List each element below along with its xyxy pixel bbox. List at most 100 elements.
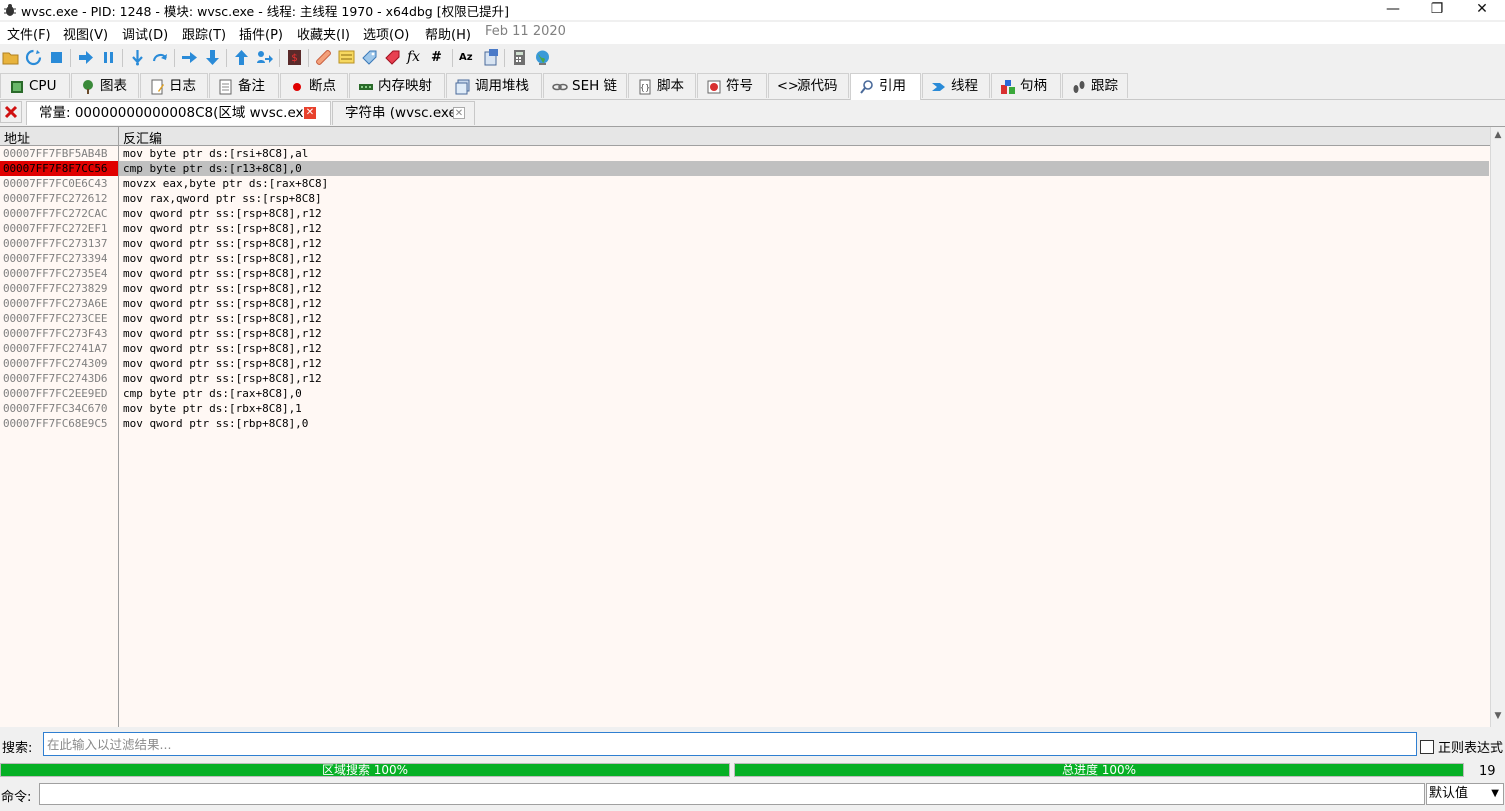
table-row[interactable]: 00007FF7FC272EF1 mov qword ptr ss:[rsp+8C… [0, 221, 1489, 236]
column-header-disassembly[interactable]: 反汇编 [123, 128, 162, 147]
tab-handles-label: 句柄 [1020, 78, 1047, 94]
close-tab-icon[interactable]: ✕ [304, 107, 316, 119]
open-folder-icon[interactable] [2, 49, 19, 66]
menu-view[interactable]: 视图(V) [61, 24, 110, 43]
tab-call-stack[interactable]: 调用堆栈 [446, 73, 542, 98]
close-tab-icon[interactable]: ✕ [453, 107, 465, 119]
menu-options[interactable]: 选项(O) [361, 24, 411, 43]
scroll-down-icon[interactable]: ▼ [1493, 711, 1503, 721]
patch-file-icon[interactable] [483, 49, 500, 66]
trace-over-icon[interactable] [204, 49, 221, 66]
tab-log[interactable]: 日志 [140, 73, 208, 98]
tab-seh-chain[interactable]: SEH 链 [543, 73, 627, 98]
checkbox-icon[interactable] [1420, 740, 1434, 754]
tab-memory-map[interactable]: 内存映射 [349, 73, 445, 98]
step-into-icon[interactable] [129, 49, 146, 66]
tab-strings-search[interactable]: 字符串 (wvsc.exe) ✕ [332, 101, 475, 125]
disassembly-cell: cmp byte ptr ds:[r13+8C8],0 [123, 162, 302, 175]
table-row[interactable]: 00007FF7FC2735E4 mov qword ptr ss:[rsp+8C… [0, 266, 1489, 281]
table-row[interactable]: 00007FF7FC274309 mov qword ptr ss:[rsp+8C… [0, 356, 1489, 371]
address-cell: 00007FF7FC274309 [3, 357, 108, 370]
menu-help[interactable]: 帮助(H) [423, 24, 473, 43]
trace-into-icon[interactable] [181, 49, 198, 66]
table-row[interactable]: 00007FF7FC273394 mov qword ptr ss:[rsp+8C… [0, 251, 1489, 266]
menu-debug[interactable]: 调试(D) [120, 24, 170, 43]
pause-icon[interactable] [100, 49, 117, 66]
scroll-up-icon[interactable]: ▲ [1493, 130, 1503, 140]
script-icon[interactable]: $ [286, 49, 303, 66]
disassembly-cell: cmp byte ptr ds:[rax+8C8],0 [123, 387, 302, 400]
tab-symbols[interactable]: 符号 [697, 73, 767, 98]
patch-icon[interactable] [315, 49, 332, 66]
table-row[interactable]: 00007FF7FC68E9C5 mov qword ptr ss:[rbp+8C… [0, 416, 1489, 431]
tab-breakpoints[interactable]: 断点 [280, 73, 348, 98]
table-row[interactable]: 00007FF7FC2741A7 mov qword ptr ss:[rsp+8C… [0, 341, 1489, 356]
restore-button[interactable]: ❐ [1414, 0, 1460, 20]
table-row[interactable]: 00007FF7FC2743D6 mov qword ptr ss:[rsp+8C… [0, 371, 1489, 386]
address-cell: 00007FF7FC273A6E [3, 297, 108, 310]
tab-source[interactable]: <> 源代码 [768, 73, 849, 98]
comments-icon[interactable] [338, 49, 355, 66]
regex-checkbox[interactable]: 正则表达式 [1420, 737, 1503, 756]
close-window-button[interactable]: ✕ [1459, 0, 1505, 20]
labels-icon[interactable] [361, 49, 378, 66]
functions-icon[interactable]: fx [407, 49, 424, 66]
menu-file[interactable]: 文件(F) [5, 24, 53, 43]
globe-icon[interactable] [534, 49, 551, 66]
table-row[interactable]: 00007FF7FC2EE9ED cmp byte ptr ds:[rax+8C8… [0, 386, 1489, 401]
references-icon [860, 80, 873, 94]
step-over-icon[interactable] [152, 49, 169, 66]
run-icon[interactable] [77, 49, 94, 66]
bookmarks-icon[interactable] [384, 49, 401, 66]
tab-graph[interactable]: 图表 [71, 73, 139, 98]
disassembly-cell: mov qword ptr ss:[rsp+8C8],r12 [123, 207, 322, 220]
address-cell: 00007FF7FC2735E4 [3, 267, 108, 280]
table-row[interactable]: 00007FF7FC273829 mov qword ptr ss:[rsp+8C… [0, 281, 1489, 296]
disassembly-cell: mov qword ptr ss:[rsp+8C8],r12 [123, 237, 322, 250]
tab-call-stack-label: 调用堆栈 [475, 78, 529, 94]
tab-cpu[interactable]: CPU [0, 73, 70, 98]
command-input[interactable] [39, 783, 1425, 805]
menu-trace[interactable]: 跟踪(T) [180, 24, 228, 43]
table-row[interactable]: 00007FF7FC273137 mov qword ptr ss:[rsp+8C… [0, 236, 1489, 251]
tab-notes[interactable]: 备注 [209, 73, 279, 98]
search-label: 搜索: [2, 741, 33, 756]
tab-handles[interactable]: 句柄 [991, 73, 1061, 98]
column-divider[interactable] [118, 127, 119, 727]
address-cell: 00007FF7FC273137 [3, 237, 108, 250]
source-icon: <> [777, 79, 799, 94]
menu-plugins[interactable]: 插件(P) [237, 24, 285, 43]
toolbar-separator [452, 49, 453, 67]
stop-icon[interactable] [48, 49, 65, 66]
column-header-address[interactable]: 地址 [4, 128, 30, 147]
tab-threads[interactable]: 线程 [922, 73, 990, 98]
table-row[interactable]: 00007FF7FC273A6E mov qword ptr ss:[rsp+8C… [0, 296, 1489, 311]
vertical-scrollbar[interactable]: ▲ ▼ [1490, 127, 1505, 727]
search-input[interactable] [43, 732, 1417, 756]
tab-trace[interactable]: 跟踪 [1062, 73, 1128, 98]
table-row[interactable]: 00007FF7FC34C670 mov byte ptr ds:[rbx+8C8… [0, 401, 1489, 416]
command-type-value: 默认值 [1429, 786, 1469, 801]
calculator-icon[interactable] [511, 49, 528, 66]
minimize-button[interactable]: — [1370, 0, 1416, 20]
command-type-select[interactable]: 默认值 ▼ [1426, 783, 1504, 805]
restart-icon[interactable] [25, 49, 42, 66]
close-all-tabs-button[interactable] [0, 101, 22, 123]
table-row[interactable]: 00007FF7FC273F43 mov qword ptr ss:[rsp+8C… [0, 326, 1489, 341]
run-to-user-code-icon[interactable] [256, 49, 273, 66]
tab-script[interactable]: {} 脚本 [628, 73, 696, 98]
menu-favourites[interactable]: 收藏夹(I) [295, 24, 352, 43]
table-row[interactable]: 00007FF7FC272612 mov rax,qword ptr ss:[rs… [0, 191, 1489, 206]
execute-till-return-icon[interactable] [233, 49, 250, 66]
table-row[interactable]: 00007FF7FC0E6C43 movzx eax,byte ptr ds:[r… [0, 176, 1489, 191]
table-row[interactable]: 00007FF7F8F7CC56 cmp byte ptr ds:[r13+8C8… [0, 161, 1489, 176]
font-icon[interactable]: Aᴢ [459, 49, 476, 66]
disassembly-cell: mov qword ptr ss:[rsp+8C8],r12 [123, 297, 322, 310]
hash-icon[interactable]: # [431, 49, 448, 66]
tab-references[interactable]: 引用 [850, 73, 921, 100]
table-row[interactable]: 00007FF7FC272CAC mov qword ptr ss:[rsp+8C… [0, 206, 1489, 221]
table-row[interactable]: 00007FF7FC273CEE mov qword ptr ss:[rsp+8C… [0, 311, 1489, 326]
tab-constant-search[interactable]: 常量: 00000000000008C8(区域 wvsc.exe) ✕ [26, 101, 331, 125]
table-row[interactable]: 00007FF7FBF5AB4B mov byte ptr ds:[rsi+8C8… [0, 146, 1489, 161]
disassembly-cell: mov byte ptr ds:[rsi+8C8],al [123, 147, 309, 160]
